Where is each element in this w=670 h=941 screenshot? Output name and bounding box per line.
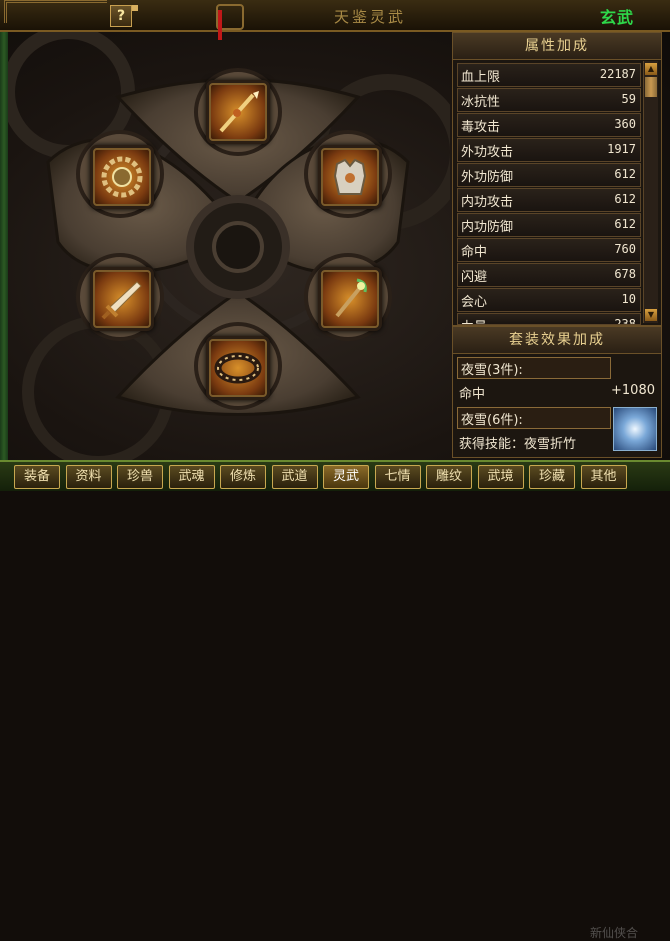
stat-name: 内功防御 — [461, 220, 514, 235]
set-3-label: 夜雪(3件): — [461, 363, 523, 378]
spear-icon — [219, 91, 259, 133]
stat-value: 760 — [614, 242, 636, 256]
tab-3[interactable]: 武魂 — [168, 465, 215, 489]
stat-value: 59 — [621, 92, 636, 106]
stat-row: 外功攻击 1917 — [457, 138, 641, 162]
tab-11[interactable]: 其他 — [580, 465, 627, 489]
help-mark-icon — [132, 5, 138, 11]
stat-value: 360 — [614, 117, 636, 131]
corner-ornament — [4, 0, 107, 23]
stat-row: 外功防御 612 — [457, 163, 641, 187]
stat-row: 内功防御 612 — [457, 213, 641, 237]
bracelet-icon — [214, 352, 262, 384]
equip-slot-dagger[interactable] — [93, 270, 151, 328]
stat-name: 命中 — [461, 245, 488, 260]
game-window: ? 天鉴灵武 玄武 属性加成 血上限 22187 冰抗性 59 毒攻击 360 … — [0, 0, 670, 940]
tab-1[interactable]: 资料 — [65, 465, 112, 489]
set-3-label-box: 夜雪(3件): — [457, 357, 611, 379]
equip-slot-gear-ring[interactable] — [93, 148, 151, 206]
left-border — [0, 0, 8, 460]
stat-name: 毒攻击 — [461, 120, 501, 135]
watermark: 新仙侠合 — [590, 926, 639, 940]
equip-slot-staff[interactable] — [321, 270, 379, 328]
set-effect-panel: 套装效果加成 夜雪(3件): 命中 +1080 夜雪(6件): 获得技能：夜雪折… — [452, 326, 662, 458]
stat-value: 678 — [614, 267, 636, 281]
stat-name: 冰抗性 — [461, 95, 501, 110]
stat-value: 10 — [621, 292, 636, 306]
stat-row: 命中 760 — [457, 238, 641, 262]
stat-name: 内功攻击 — [461, 195, 514, 210]
tab-9[interactable]: 武境 — [477, 465, 524, 489]
set-6-label-box: 夜雪(6件): — [457, 407, 611, 429]
tab-6[interactable]: 灵武 — [323, 465, 369, 489]
snow-skill-icon[interactable] — [613, 407, 657, 451]
tab-2[interactable]: 珍兽 — [117, 465, 163, 489]
tab-4[interactable]: 修炼 — [220, 465, 266, 489]
tab-7[interactable]: 七情 — [374, 465, 421, 489]
scroll-down-arrow-icon[interactable]: ▼ — [645, 309, 657, 321]
gear-ring-icon — [101, 156, 143, 198]
stat-row: 内功攻击 612 — [457, 188, 641, 212]
stats-scrollbar[interactable]: ▲ ▼ — [643, 61, 658, 323]
set-3-stat-value: +1080 — [611, 383, 655, 398]
stat-row: 会心 10 — [457, 288, 641, 312]
stat-value: 1917 — [607, 142, 636, 156]
help-button[interactable]: ? — [110, 5, 132, 27]
stats-header: 属性加成 — [453, 33, 661, 60]
armor-icon — [333, 158, 367, 195]
stat-value: 238 — [614, 317, 636, 325]
stat-value: 612 — [614, 217, 636, 231]
title-bar: ? 天鉴灵武 玄武 — [0, 0, 670, 40]
stat-row: 冰抗性 59 — [457, 88, 641, 112]
stats-panel: 属性加成 血上限 22187 冰抗性 59 毒攻击 360 外功攻击 1917 外功防御 612 内… — [452, 32, 662, 326]
equip-slot-bracelet[interactable] — [209, 339, 267, 397]
stat-name: 闪避 — [461, 270, 488, 285]
stat-name: 外功防御 — [461, 170, 514, 185]
stat-row: 血上限 22187 — [457, 63, 641, 87]
scroll-up-arrow-icon[interactable]: ▲ — [645, 63, 657, 75]
equip-slot-armor[interactable] — [321, 148, 379, 206]
tab-10[interactable]: 珍藏 — [529, 465, 575, 489]
xuanwu-label: 玄武 — [600, 8, 635, 27]
set-3-stat-name: 命中 — [459, 387, 486, 402]
stat-name: 会心 — [461, 295, 488, 310]
gear-panel — [8, 32, 450, 460]
stat-value: 612 — [614, 192, 636, 206]
dagger-icon — [101, 281, 142, 320]
stat-row: 毒攻击 360 — [457, 113, 641, 137]
stat-value: 612 — [614, 167, 636, 181]
set-effect-header: 套装效果加成 — [453, 327, 661, 354]
stat-row: 闪避 678 — [457, 263, 641, 287]
tab-8[interactable]: 雕纹 — [426, 465, 472, 489]
stat-name: 血上限 — [461, 70, 501, 85]
stat-row: 力量 238 — [457, 313, 641, 325]
set-6-skill: 获得技能：夜雪折竹 — [459, 437, 577, 452]
tab-5[interactable]: 武道 — [271, 465, 318, 489]
stat-name: 外功攻击 — [461, 145, 514, 160]
staff-icon — [335, 278, 367, 318]
tab-0[interactable]: 装备 — [14, 465, 60, 489]
equip-slot-spear[interactable] — [209, 83, 267, 141]
stat-value: 22187 — [599, 67, 636, 81]
bottom-tab-bar: 装备 资料 珍兽 武魂 修炼 武道 灵武 七情 雕纹 武境 珍藏 其他 新仙侠合 — [0, 460, 670, 940]
set-6-label: 夜雪(6件): — [461, 413, 523, 428]
stat-name: 力量 — [461, 316, 487, 324]
scroll-thumb[interactable] — [645, 77, 657, 97]
center-gear-hub — [212, 221, 264, 273]
window-title: 天鉴灵武 — [333, 8, 406, 26]
